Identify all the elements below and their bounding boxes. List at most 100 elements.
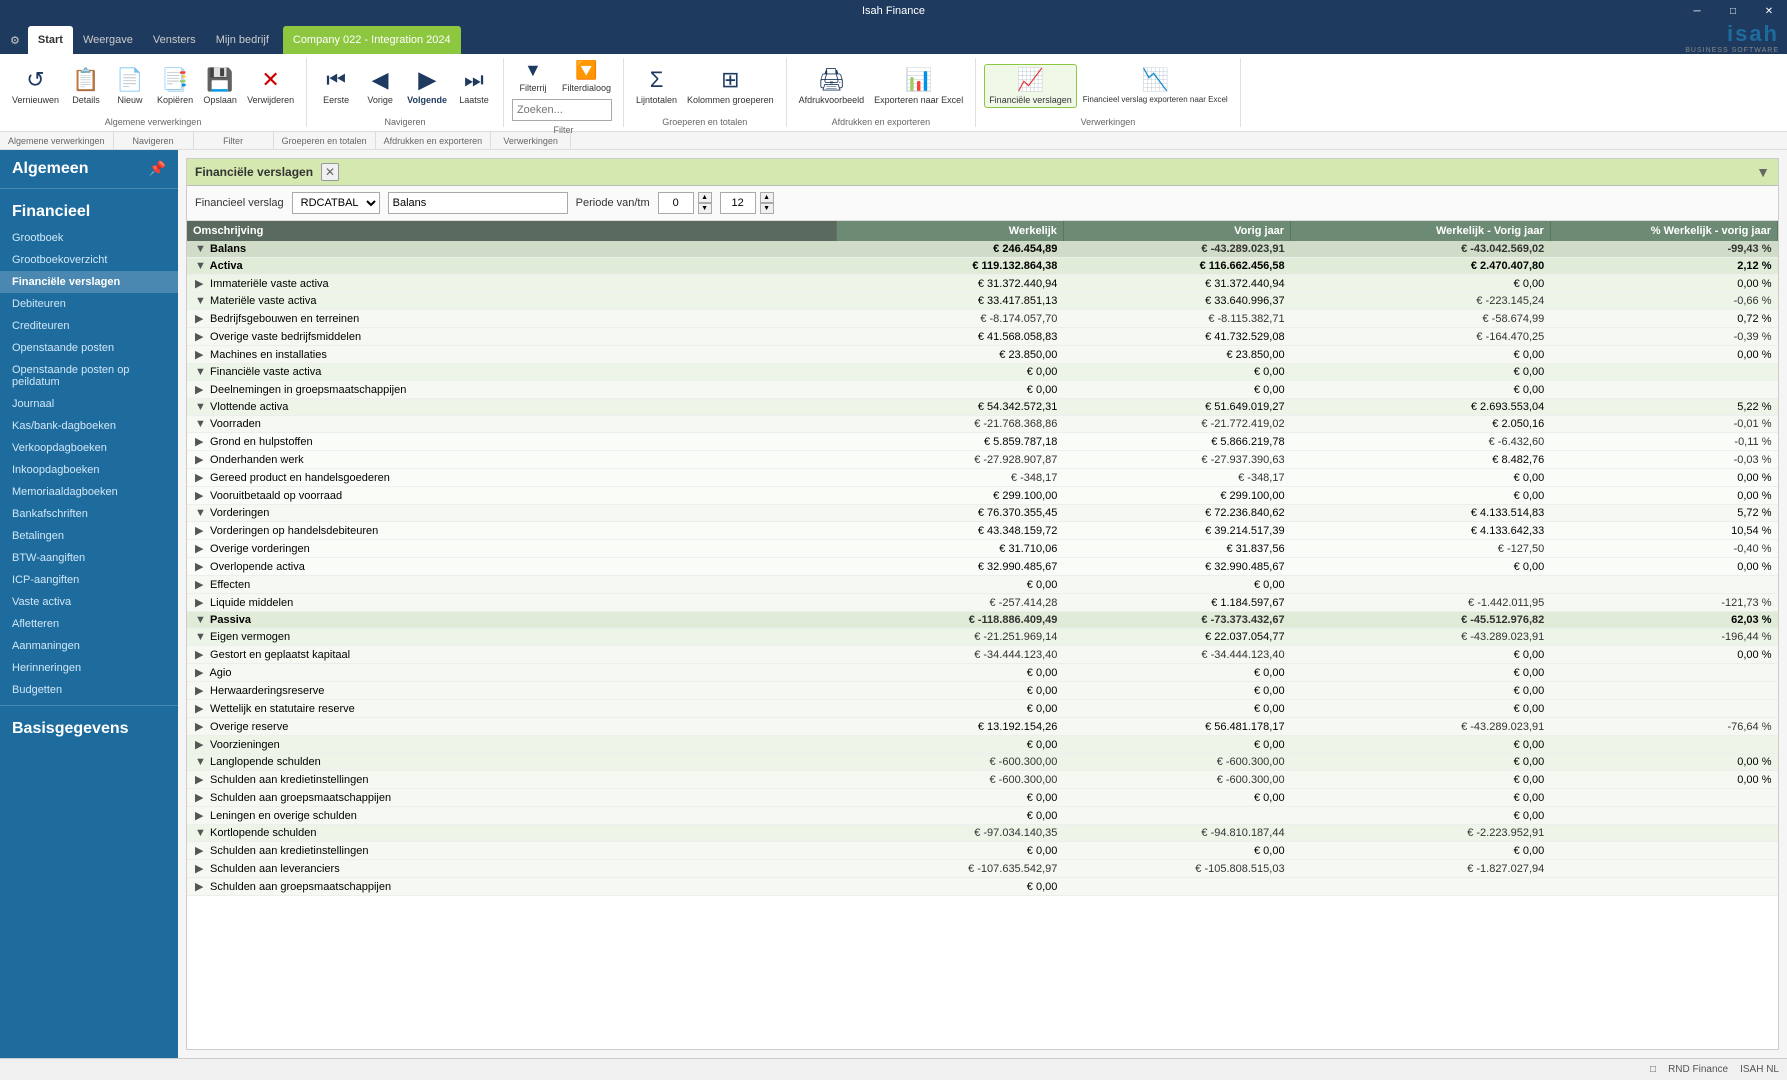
tab-mijnbedrijf[interactable]: Mijn bedrijf	[206, 26, 279, 54]
table-row[interactable]: ▶ Overige vaste bedrijfsmiddelen€ 41.568…	[187, 328, 1778, 346]
table-row[interactable]: ▶ Schulden aan groepsmaatschappijen€ 0,0…	[187, 789, 1778, 807]
period-up-to[interactable]: ▲	[760, 192, 774, 203]
table-row[interactable]: ▶ Overige vorderingen€ 31.710,06€ 31.837…	[187, 540, 1778, 558]
table-row[interactable]: ▶ Voorzieningen€ 0,00€ 0,00€ 0,00	[187, 736, 1778, 754]
period-down-to[interactable]: ▼	[760, 203, 774, 214]
expand-arrow[interactable]: ▶	[195, 720, 207, 733]
expand-arrow[interactable]: ▶	[195, 542, 207, 555]
table-row[interactable]: ▶ Gestort en geplaatst kapitaal€ -34.444…	[187, 646, 1778, 664]
table-row[interactable]: ▶ Schulden aan kredietinstellingen€ 0,00…	[187, 842, 1778, 860]
expand-arrow[interactable]: ▶	[195, 312, 207, 325]
sidebar-item-betalingen[interactable]: Betalingen	[0, 525, 178, 547]
table-row[interactable]: ▼ Passiva€ -118.886.409,49€ -73.373.432,…	[187, 612, 1778, 629]
expand-arrow[interactable]: ▶	[195, 277, 207, 290]
pin-icon[interactable]: 📌	[149, 160, 166, 177]
period-to[interactable]	[720, 192, 756, 214]
table-row[interactable]: ▶ Grond en hulpstoffen€ 5.859.787,18€ 5.…	[187, 433, 1778, 451]
ribbon-btn-kolommen[interactable]: ⊞ Kolommen groeperen	[683, 65, 778, 107]
expand-arrow[interactable]: ▶	[195, 453, 207, 466]
ribbon-btn-nieuw[interactable]: 📄 Nieuw	[109, 65, 151, 107]
expand-arrow[interactable]: ▶	[195, 560, 207, 573]
table-row[interactable]: ▶ Vooruitbetaald op voorraad€ 299.100,00…	[187, 487, 1778, 505]
sidebar-item-herinneringen[interactable]: Herinneringen	[0, 657, 178, 679]
expand-arrow[interactable]: ▶	[195, 596, 207, 609]
ribbon-btn-filterrij[interactable]: ▼ Filterrij	[512, 58, 554, 95]
verslag-select[interactable]: RDCATBAL	[292, 192, 380, 214]
expand-arrow[interactable]: ▼	[195, 507, 207, 519]
expand-arrow[interactable]: ▶	[195, 330, 207, 343]
table-row[interactable]: ▶ Machines en installaties€ 23.850,00€ 2…	[187, 346, 1778, 364]
expand-arrow[interactable]: ▼	[195, 614, 207, 626]
table-row[interactable]: ▼ Vorderingen€ 76.370.355,45€ 72.236.840…	[187, 505, 1778, 522]
sidebar-item-openstaande-posten[interactable]: Openstaande posten	[0, 337, 178, 359]
sidebar-item-budgetten[interactable]: Budgetten	[0, 679, 178, 701]
tab-settings[interactable]: ⚙	[2, 26, 28, 54]
sidebar-item-btw[interactable]: BTW-aangiften	[0, 547, 178, 569]
table-row[interactable]: ▶ Schulden aan kredietinstellingen€ -600…	[187, 771, 1778, 789]
table-row[interactable]: ▼ Kortlopende schulden€ -97.034.140,35€ …	[187, 825, 1778, 842]
expand-arrow[interactable]: ▼	[195, 243, 207, 255]
tab-start[interactable]: Start	[28, 26, 73, 54]
close-btn[interactable]: ✕	[1751, 0, 1787, 22]
expand-arrow[interactable]: ▶	[195, 738, 207, 751]
ribbon-btn-vernieuwen[interactable]: ↺ Vernieuwen	[8, 65, 63, 107]
expand-arrow[interactable]: ▶	[195, 844, 207, 857]
expand-arrow[interactable]: ▶	[195, 471, 207, 484]
expand-arrow[interactable]: ▼	[195, 631, 207, 643]
table-row[interactable]: ▶ Overlopende activa€ 32.990.485,67€ 32.…	[187, 558, 1778, 576]
expand-arrow[interactable]: ▶	[195, 862, 207, 875]
ribbon-btn-verwijderen[interactable]: ✕ Verwijderen	[243, 65, 298, 107]
ribbon-btn-volgende[interactable]: ▶ Volgende	[403, 65, 451, 107]
table-row[interactable]: ▼ Balans€ 246.454,89€ -43.289.023,91€ -4…	[187, 241, 1778, 258]
expand-arrow[interactable]: ▶	[195, 348, 207, 361]
table-row[interactable]: ▼ Vlottende activa€ 54.342.572,31€ 51.64…	[187, 399, 1778, 416]
table-row[interactable]: ▶ Schulden aan leveranciers€ -107.635.54…	[187, 860, 1778, 878]
table-row[interactable]: ▶ Bedrijfsgebouwen en terreinen€ -8.174.…	[187, 310, 1778, 328]
expand-arrow[interactable]: ▼	[195, 418, 207, 430]
expand-arrow[interactable]: ▼	[195, 366, 207, 378]
ribbon-btn-opslaan[interactable]: 💾 Opslaan	[199, 65, 241, 107]
verslag-input[interactable]	[388, 192, 568, 214]
table-row[interactable]: ▼ Activa€ 119.132.864,38€ 116.662.456,58…	[187, 258, 1778, 275]
expand-arrow[interactable]: ▶	[195, 489, 207, 502]
sidebar-item-inkoop[interactable]: Inkoopdagboeken	[0, 459, 178, 481]
expand-arrow[interactable]: ▶	[195, 773, 207, 786]
expand-arrow[interactable]: ▶	[195, 702, 207, 715]
sidebar-item-icp[interactable]: ICP-aangiften	[0, 569, 178, 591]
period-from[interactable]	[658, 192, 694, 214]
close-panel-btn[interactable]: ✕	[321, 163, 339, 181]
expand-arrow[interactable]: ▶	[195, 684, 207, 697]
table-row[interactable]: ▼ Eigen vermogen€ -21.251.969,14€ 22.037…	[187, 629, 1778, 646]
table-row[interactable]: ▶ Deelnemingen in groepsmaatschappijen€ …	[187, 381, 1778, 399]
sidebar-item-journaal[interactable]: Journaal	[0, 393, 178, 415]
expand-arrow[interactable]: ▼	[195, 401, 207, 413]
period-up-from[interactable]: ▲	[698, 192, 712, 203]
ribbon-btn-lijntotalen[interactable]: Σ Lijntotalen	[632, 65, 681, 107]
sidebar-item-verkoop[interactable]: Verkoopdagboeken	[0, 437, 178, 459]
table-row[interactable]: ▶ Vorderingen op handelsdebiteuren€ 43.3…	[187, 522, 1778, 540]
table-row[interactable]: ▼ Financiële vaste activa€ 0,00€ 0,00€ 0…	[187, 364, 1778, 381]
ribbon-btn-eerste[interactable]: ⏮ Eerste	[315, 65, 357, 107]
tab-company[interactable]: Company 022 - Integration 2024	[283, 26, 461, 54]
sidebar-item-debiteuren[interactable]: Debiteuren	[0, 293, 178, 315]
expand-arrow[interactable]: ▶	[195, 383, 207, 396]
ribbon-btn-kopieren[interactable]: 📑 Kopiëren	[153, 65, 197, 107]
expand-arrow[interactable]: ▼	[195, 295, 207, 307]
minimize-btn[interactable]: ─	[1679, 0, 1715, 22]
ribbon-btn-laatste[interactable]: ⏭ Laatste	[453, 65, 495, 107]
expand-arrow[interactable]: ▶	[195, 880, 207, 893]
table-row[interactable]: ▶ Agio€ 0,00€ 0,00€ 0,00	[187, 664, 1778, 682]
expand-arrow[interactable]: ▶	[195, 809, 207, 822]
table-row[interactable]: ▼ Langlopende schulden€ -600.300,00€ -60…	[187, 754, 1778, 771]
maximize-btn[interactable]: □	[1715, 0, 1751, 22]
sidebar-item-grootboekoverzicht[interactable]: Grootboekoverzicht	[0, 249, 178, 271]
expand-arrow[interactable]: ▶	[195, 791, 207, 804]
ribbon-btn-financiele-verslagen[interactable]: 📈 Financiële verslagen	[984, 64, 1077, 108]
tab-weergave[interactable]: Weergave	[73, 26, 143, 54]
sidebar-item-openstaande-posten-peildatum[interactable]: Openstaande posten op peildatum	[0, 359, 178, 393]
table-row[interactable]: ▶ Effecten€ 0,00€ 0,00	[187, 576, 1778, 594]
expand-arrow[interactable]: ▼	[195, 756, 207, 768]
table-row[interactable]: ▶ Leningen en overige schulden€ 0,00€ 0,…	[187, 807, 1778, 825]
sidebar-item-crediteuren[interactable]: Crediteuren	[0, 315, 178, 337]
sidebar-item-afletteren[interactable]: Afletteren	[0, 613, 178, 635]
